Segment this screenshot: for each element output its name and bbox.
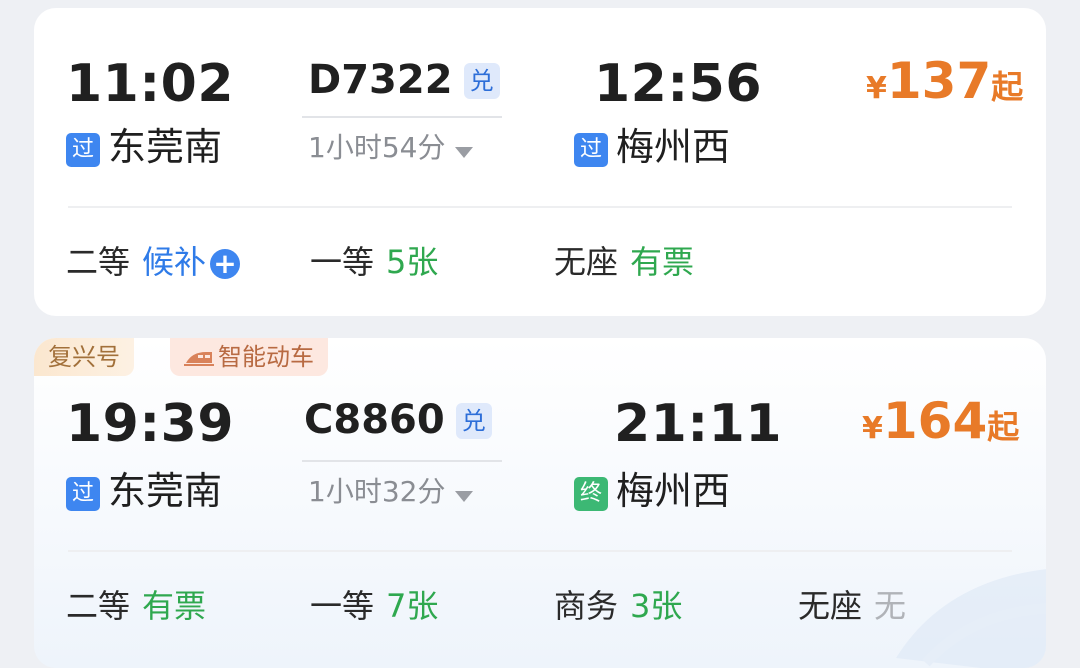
seat-status: 7张 — [386, 587, 439, 625]
seat-no-seat[interactable]: 无座 有票 — [554, 246, 694, 278]
seat-no-seat[interactable]: 无座无 — [798, 590, 906, 622]
seat-first-class[interactable]: 一等 5张 — [310, 246, 438, 278]
price-value: 164 — [882, 392, 988, 450]
seat-status: 3张 — [630, 587, 683, 625]
card-divider — [68, 550, 1012, 552]
route-divider — [302, 460, 502, 462]
to-station-name: 梅州西 — [616, 125, 731, 169]
seat-first-class[interactable]: 一等 7张 — [310, 590, 438, 622]
train-card-c8860[interactable]: 复兴号 智能动车 19:39 C8860 兑 1小时32分 21:11 ¥164… — [34, 338, 1046, 668]
seat-second-class[interactable]: 二等 有票 — [66, 590, 206, 622]
to-station-name: 梅州西 — [616, 469, 731, 513]
chevron-down-icon — [455, 147, 474, 158]
seat-class-label: 一等 — [310, 243, 375, 281]
from-station: 过东莞南 — [66, 128, 222, 167]
route-divider — [302, 116, 502, 118]
arrive-time: 21:11 — [614, 394, 783, 454]
seat-status: 无 — [874, 587, 907, 625]
smart-emu-tag: 智能动车 — [170, 338, 328, 376]
train-number: D7322 — [308, 57, 453, 103]
from-station: 过东莞南 — [66, 472, 222, 511]
plus-circle-icon[interactable]: + — [210, 249, 241, 279]
price-suffix: 起 — [987, 408, 1020, 446]
from-station-name: 东莞南 — [108, 125, 223, 169]
duration-toggle[interactable]: 1小时32分 — [308, 475, 474, 508]
train-number-group: D7322 兑 — [308, 60, 500, 100]
seat-business-class[interactable]: 商务 3张 — [554, 590, 682, 622]
train-watermark-icon — [896, 569, 1046, 668]
price-currency: ¥ — [866, 71, 887, 106]
price: ¥137起 — [866, 56, 1023, 106]
chevron-down-icon — [455, 491, 474, 502]
price: ¥164起 — [862, 396, 1019, 446]
fuxing-tag: 复兴号 — [34, 338, 134, 376]
seat-class-label: 商务 — [554, 587, 619, 625]
pass-badge: 过 — [66, 132, 100, 167]
seat-class-label: 二等 — [66, 587, 131, 625]
terminal-badge: 终 — [574, 476, 608, 511]
train-card-d7322[interactable]: 11:02 D7322 兑 1小时54分 12:56 ¥137起 过东莞南 过梅… — [34, 8, 1046, 316]
seat-class-label: 无座 — [554, 243, 619, 281]
duration-toggle[interactable]: 1小时54分 — [308, 131, 474, 164]
depart-time: 11:02 — [66, 54, 235, 114]
to-station: 过梅州西 — [574, 128, 730, 167]
price-value: 137 — [886, 52, 992, 110]
arrive-time: 12:56 — [594, 54, 763, 114]
pass-badge: 过 — [66, 476, 100, 511]
seat-status: 5张 — [386, 243, 439, 281]
price-currency: ¥ — [862, 411, 883, 446]
seat-status: 有票 — [142, 587, 207, 625]
seat-class-label: 二等 — [66, 243, 131, 281]
train-number: C8860 — [304, 397, 445, 443]
seat-class-label: 无座 — [798, 587, 863, 625]
from-station-name: 东莞南 — [108, 469, 223, 513]
seat-second-class[interactable]: 二等 候补 + — [66, 243, 241, 281]
train-icon — [184, 352, 214, 366]
exchange-badge: 兑 — [463, 63, 500, 99]
smart-emu-label: 智能动车 — [218, 343, 314, 371]
depart-time: 19:39 — [66, 394, 235, 454]
card-divider — [68, 206, 1012, 208]
seat-class-label: 一等 — [310, 587, 375, 625]
to-station: 终梅州西 — [574, 472, 730, 511]
duration-text: 1小时54分 — [308, 131, 446, 164]
exchange-badge: 兑 — [455, 403, 492, 439]
train-number-group: C8860 兑 — [304, 400, 492, 440]
price-suffix: 起 — [991, 68, 1024, 106]
seat-status: 有票 — [630, 243, 695, 281]
duration-text: 1小时32分 — [308, 475, 446, 508]
pass-badge: 过 — [574, 132, 608, 167]
seat-status: 候补 — [142, 243, 207, 281]
